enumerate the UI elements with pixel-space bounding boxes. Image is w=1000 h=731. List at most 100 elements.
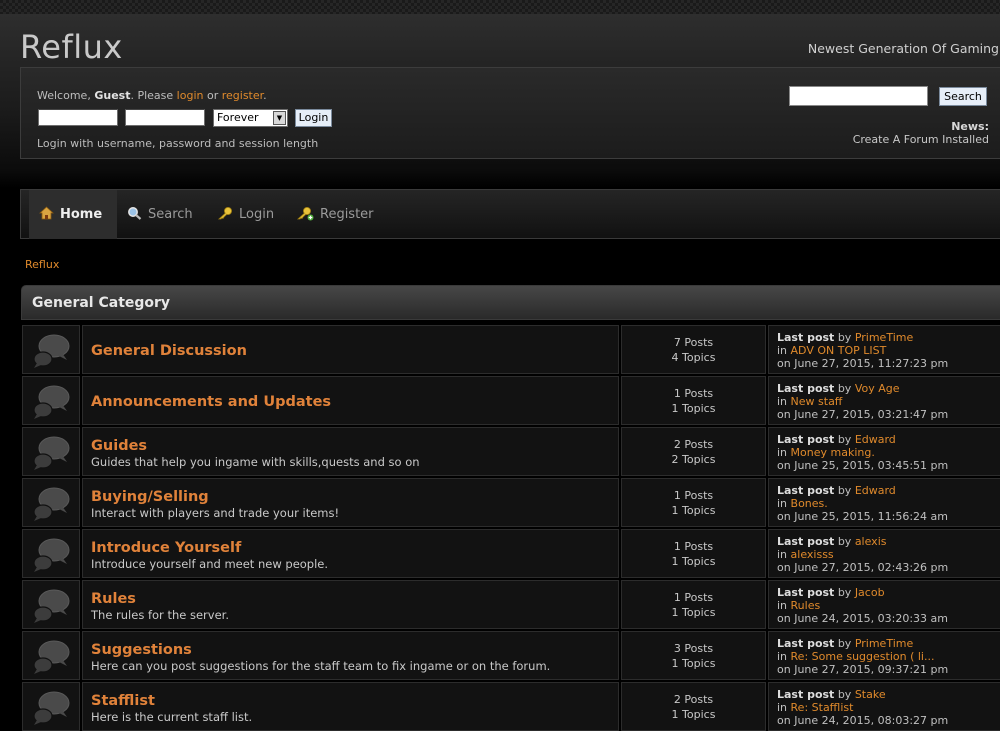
board-title[interactable]: Suggestions [91, 642, 192, 658]
board-description: Interact with players and trade your ite… [91, 506, 340, 520]
last-post-date-line: on June 27, 2015, 03:21:47 pm [777, 408, 948, 421]
last-post-date-line: on June 25, 2015, 03:45:51 pm [777, 459, 948, 472]
last-post-date: June 27, 2015, 03:21:47 pm [794, 408, 949, 421]
on-label: on [777, 357, 791, 370]
board-icon-cell [22, 376, 80, 425]
last-post-topic[interactable]: Rules [791, 599, 821, 612]
last-post-topic[interactable]: Re: Some suggestion ( li... [791, 650, 935, 663]
last-post-line: Last post by Voy Age [777, 382, 900, 395]
board-title[interactable]: General Discussion [91, 343, 247, 359]
last-post-author[interactable]: Edward [855, 433, 896, 446]
last-post-line: Last post by PrimeTime [777, 637, 913, 650]
last-post-topic[interactable]: ADV ON TOP LIST [791, 344, 887, 357]
board-icon-cell [22, 325, 80, 374]
board-info: Announcements and Updates [82, 376, 619, 425]
last-post-line: Last post by PrimeTime [777, 331, 913, 344]
board-info: Introduce Yourself Introduce yourself and… [82, 529, 619, 578]
last-post-date: June 27, 2015, 09:37:21 pm [794, 663, 949, 676]
nav-home[interactable]: Home [29, 190, 117, 239]
board-title[interactable]: Introduce Yourself [91, 540, 241, 556]
last-post-author[interactable]: Stake [855, 688, 886, 701]
login-link[interactable]: login [177, 89, 204, 102]
by-label: by [837, 433, 852, 446]
search-button[interactable]: Search [939, 87, 987, 106]
site-title[interactable]: Reflux [20, 28, 123, 66]
last-post-author[interactable]: Voy Age [855, 382, 900, 395]
in-label: in [777, 650, 788, 663]
username-field[interactable] [38, 109, 118, 126]
last-post-label: Last post [777, 637, 835, 650]
last-post-topic-line: in New staff [777, 395, 842, 408]
board-title[interactable]: Rules [91, 591, 136, 607]
last-post-topic[interactable]: alexisss [791, 548, 834, 561]
board-posts: 1 Posts [673, 387, 714, 400]
please-text: . Please [130, 89, 174, 102]
board-info: Guides Guides that help you ingame with s… [82, 427, 619, 476]
last-post-author[interactable]: PrimeTime [855, 331, 913, 344]
home-icon [38, 206, 55, 220]
nav-register[interactable]: Register [296, 190, 374, 239]
register-key-icon [296, 206, 314, 220]
search-icon [128, 207, 142, 220]
last-post-topic-line: in Money making. [777, 446, 875, 459]
category-title[interactable]: General Category [32, 295, 170, 311]
last-post-date: June 27, 2015, 02:43:26 pm [794, 561, 949, 574]
board-last-post: Last post by Edward in Money making. on Ju… [768, 427, 1000, 476]
last-post-line: Last post by Edward [777, 484, 896, 497]
password-field[interactable] [125, 109, 205, 126]
board-stats: 1 Posts 1 Topics [621, 580, 766, 629]
board-title[interactable]: Guides [91, 438, 147, 454]
last-post-topic-line: in Bones. [777, 497, 828, 510]
board-last-post: Last post by Edward in Bones. on June 25, … [768, 478, 1000, 527]
by-label: by [837, 382, 852, 395]
last-post-topic[interactable]: Bones. [791, 497, 828, 510]
board-description: Here is the current staff list. [91, 710, 253, 724]
last-post-topic-line: in Rules [777, 599, 820, 612]
board-title[interactable]: Buying/Selling [91, 489, 209, 505]
last-post-label: Last post [777, 688, 835, 701]
news-title: News: [951, 120, 989, 133]
register-link[interactable]: register [222, 89, 263, 102]
board-posts: 7 Posts [673, 336, 714, 349]
breadcrumb[interactable]: Reflux [25, 258, 59, 271]
last-post-label: Last post [777, 586, 835, 599]
by-label: by [837, 331, 852, 344]
board-stats: 1 Posts 1 Topics [621, 529, 766, 578]
board-topics: 1 Topics [671, 504, 716, 517]
board-last-post: Last post by Stake in Re: Stafflist on Jun… [768, 682, 1000, 731]
board-title[interactable]: Stafflist [91, 693, 155, 709]
last-post-author[interactable]: Jacob [855, 586, 885, 599]
last-post-author[interactable]: alexis [855, 535, 887, 548]
last-post-date-line: on June 25, 2015, 11:56:24 am [777, 510, 948, 523]
board-topics: 1 Topics [671, 555, 716, 568]
board-last-post: Last post by Voy Age in New staff on June … [768, 376, 1000, 425]
guest-name: Guest [94, 89, 131, 102]
board-info: General Discussion [82, 325, 619, 374]
last-post-topic[interactable]: Money making. [791, 446, 875, 459]
by-label: by [837, 637, 852, 650]
last-post-line: Last post by alexis [777, 535, 886, 548]
board-stats: 1 Posts 1 Topics [621, 376, 766, 425]
last-post-topic[interactable]: New staff [791, 395, 843, 408]
board-posts: 1 Posts [673, 591, 714, 604]
last-post-topic-line: in Re: Stafflist [777, 701, 853, 714]
board-info: Suggestions Here can you post suggestions… [82, 631, 619, 680]
board-topics: 1 Topics [671, 657, 716, 670]
nav-login[interactable]: Login [217, 190, 274, 239]
last-post-author[interactable]: PrimeTime [855, 637, 913, 650]
session-length-select[interactable]: Forever ▼ [213, 109, 288, 127]
board-info: Buying/Selling Interact with players and … [82, 478, 619, 527]
dropdown-arrow-icon[interactable]: ▼ [273, 111, 286, 125]
by-label: by [837, 535, 852, 548]
login-button[interactable]: Login [295, 109, 332, 127]
main-menu: Home Search Login Register [20, 189, 1000, 239]
board-title[interactable]: Announcements and Updates [91, 394, 331, 410]
last-post-topic[interactable]: Re: Stafflist [791, 701, 854, 714]
board-icon-cell [22, 631, 80, 680]
last-post-author[interactable]: Edward [855, 484, 896, 497]
nav-login-label: Login [239, 207, 275, 222]
search-input[interactable] [789, 86, 928, 106]
nav-search[interactable]: Search [127, 190, 193, 239]
on-label: on [777, 663, 791, 676]
by-label: by [837, 688, 852, 701]
